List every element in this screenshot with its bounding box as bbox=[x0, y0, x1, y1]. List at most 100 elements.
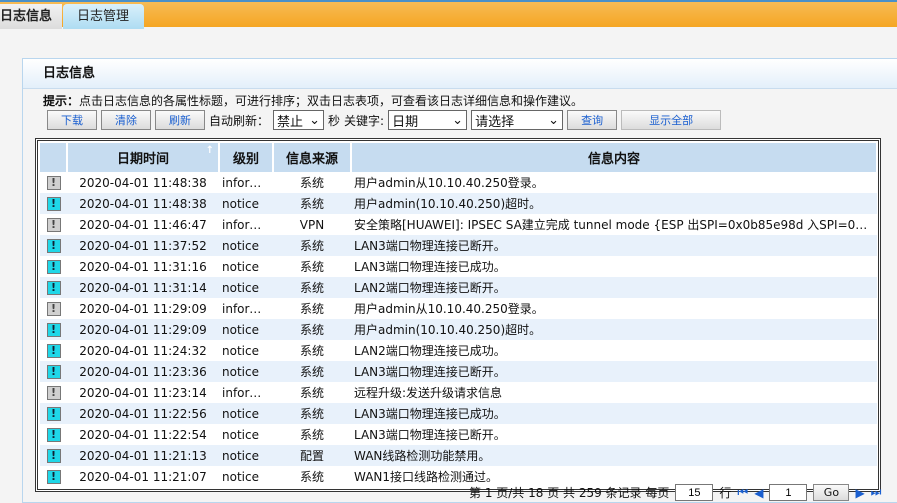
notice-level-icon: ! bbox=[46, 239, 61, 253]
info-level-icon: ! bbox=[46, 176, 61, 190]
row-icon-cell: ! bbox=[40, 466, 67, 487]
row-icon-cell: ! bbox=[40, 193, 67, 214]
chevron-down-icon: ⌄ bbox=[452, 112, 464, 128]
row-icon-cell: ! bbox=[40, 382, 67, 403]
content-cell: 安全策略[HUAWEI]: IPSEC SA建立完成 tunnel mode {… bbox=[354, 218, 877, 232]
datetime-cell: 2020-04-01 11:29:09 bbox=[67, 319, 219, 340]
source-cell: 系统 bbox=[299, 176, 324, 190]
content-cell: LAN3端口物理连接已成功。 bbox=[351, 403, 877, 424]
row-icon-cell: ! bbox=[40, 214, 67, 235]
content-cell: LAN3端口物理连接已断开。 bbox=[351, 361, 877, 382]
row-icon-cell: ! bbox=[40, 403, 67, 424]
info-level-icon: ! bbox=[46, 302, 61, 316]
table-row[interactable]: ! 2020-04-01 11:23:14 inform... 系统 远程升级:… bbox=[40, 382, 877, 403]
source-cell: 系统 bbox=[299, 302, 324, 316]
table-row[interactable]: ! 2020-04-01 11:22:54 notice 系统 LAN3端口物理… bbox=[40, 424, 877, 445]
level-cell: notice bbox=[219, 445, 273, 466]
table-row[interactable]: ! 2020-04-01 11:37:52 notice 系统 LAN3端口物理… bbox=[40, 235, 877, 256]
col-datetime-label: 日期时间 bbox=[116, 152, 169, 167]
log-table-container: 日期时间 ↑ 级别 信息来源 信息内容 ! 2020-04-01 11:48:38… bbox=[35, 138, 881, 492]
top-tab-bar: 日志信息 日志管理 bbox=[0, 0, 897, 29]
content-cell: LAN2端口物理连接已断开。 bbox=[351, 277, 877, 298]
col-content[interactable]: 信息内容 bbox=[351, 143, 878, 172]
keyword-label: 关键字: bbox=[344, 113, 385, 128]
row-icon-cell: ! bbox=[40, 361, 67, 382]
tab-log-info[interactable]: 日志信息 bbox=[0, 4, 62, 29]
info-level-icon: ! bbox=[46, 218, 61, 232]
notice-level-icon: ! bbox=[46, 428, 61, 442]
last-page-icon[interactable]: ⏭ bbox=[871, 485, 882, 500]
content-cell: LAN3端口物理连接已断开。 bbox=[351, 235, 877, 256]
row-icon-cell: ! bbox=[40, 445, 67, 466]
table-row[interactable]: ! 2020-04-01 11:29:09 inform... 系统 用户adm… bbox=[40, 298, 877, 319]
row-icon-cell: ! bbox=[40, 298, 67, 319]
table-row[interactable]: ! 2020-04-01 11:22:56 notice 系统 LAN3端口物理… bbox=[40, 403, 877, 424]
table-row[interactable]: ! 2020-04-01 11:48:38 notice 系统 用户admin(… bbox=[40, 193, 877, 214]
level-cell: inform... bbox=[222, 385, 273, 400]
page-input[interactable] bbox=[769, 484, 808, 501]
pager-summary: 第 1 页/共 18 页 共 259 条记录 每页 bbox=[469, 486, 670, 500]
refresh-button[interactable]: 刷新 bbox=[155, 110, 205, 130]
datetime-cell: 2020-04-01 11:23:36 bbox=[67, 361, 219, 382]
notice-level-icon: ! bbox=[46, 323, 61, 337]
go-button[interactable]: Go bbox=[813, 484, 850, 501]
datetime-cell: 2020-04-01 11:21:13 bbox=[67, 445, 219, 466]
table-row[interactable]: ! 2020-04-01 11:46:47 inform... VPN 安全策略… bbox=[40, 214, 877, 235]
content-cell: WAN线路检测功能禁用。 bbox=[351, 445, 877, 466]
datetime-cell: 2020-04-01 11:21:07 bbox=[79, 469, 207, 484]
col-level[interactable]: 级别 bbox=[219, 143, 274, 172]
row-icon-cell: ! bbox=[40, 172, 67, 193]
level-cell: notice bbox=[222, 259, 259, 274]
table-row[interactable]: ! 2020-04-01 11:31:14 notice 系统 LAN2端口物理… bbox=[40, 277, 877, 298]
pagination: 第 1 页/共 18 页 共 259 条记录 每页 行 ⏮ ◀ Go ▶ ⏭ bbox=[469, 484, 881, 501]
table-row[interactable]: ! 2020-04-01 11:21:13 notice 配置 WAN线路检测功… bbox=[40, 445, 877, 466]
show-all-button[interactable]: 显示全部 bbox=[621, 110, 722, 130]
tab-log-management[interactable]: 日志管理 bbox=[63, 4, 144, 29]
next-page-icon[interactable]: ▶ bbox=[855, 486, 864, 500]
level-cell: notice bbox=[222, 343, 259, 358]
per-page-input[interactable] bbox=[675, 484, 714, 501]
level-cell: notice bbox=[219, 361, 273, 382]
datetime-cell: 2020-04-01 11:37:52 bbox=[67, 235, 219, 256]
download-button[interactable]: 下载 bbox=[47, 110, 97, 130]
content-cell: LAN3端口物理连接已断开。 bbox=[354, 428, 506, 442]
level-cell: notice bbox=[219, 193, 273, 214]
notice-level-icon: ! bbox=[46, 197, 61, 211]
first-page-icon[interactable]: ⏮ bbox=[737, 485, 748, 500]
keyword-value-select[interactable]: 请选择 ⌄ bbox=[471, 110, 564, 130]
table-row[interactable]: ! 2020-04-01 11:23:36 notice 系统 LAN3端口物理… bbox=[40, 361, 877, 382]
auto-refresh-value: 禁止 bbox=[277, 114, 304, 130]
keyword-field-select[interactable]: 日期 ⌄ bbox=[388, 110, 468, 130]
source-cell: 系统 bbox=[273, 361, 351, 382]
col-datetime[interactable]: 日期时间 ↑ bbox=[67, 143, 220, 172]
source-cell: 系统 bbox=[299, 344, 324, 358]
notice-level-icon: ! bbox=[46, 281, 61, 295]
auto-refresh-select[interactable]: 禁止 ⌄ bbox=[273, 110, 325, 130]
col-icon[interactable] bbox=[40, 143, 68, 172]
notice-level-icon: ! bbox=[46, 449, 61, 463]
row-icon-cell: ! bbox=[40, 319, 67, 340]
keyword-value: 请选择 bbox=[475, 114, 515, 130]
table-row[interactable]: ! 2020-04-01 11:24:32 notice 系统 LAN2端口物理… bbox=[40, 340, 877, 361]
source-cell: 配置 bbox=[273, 445, 351, 466]
content-cell: 用户admin(10.10.40.250)超时。 bbox=[351, 319, 877, 340]
datetime-cell: 2020-04-01 11:31:14 bbox=[67, 277, 219, 298]
table-row[interactable]: ! 2020-04-01 11:31:16 notice 系统 LAN3端口物理… bbox=[40, 256, 877, 277]
content-cell: 用户admin从10.10.40.250登录。 bbox=[354, 302, 544, 316]
toolbar: 下载 清除 刷新 自动刷新： 禁止 ⌄ 秒 关键字: 日期 ⌄ 请选择 ⌄ 查询 显示… bbox=[47, 110, 722, 130]
level-cell: inform... bbox=[222, 301, 273, 316]
hint-text: 点击日志信息的各属性标题，可进行排序；双击日志表项，可查看该日志详细信息和操作建… bbox=[79, 94, 584, 108]
notice-level-icon: ! bbox=[46, 260, 61, 274]
seconds-label: 秒 bbox=[328, 113, 341, 128]
source-cell: 系统 bbox=[299, 428, 324, 442]
clear-button[interactable]: 清除 bbox=[101, 110, 151, 130]
query-button[interactable]: 查询 bbox=[567, 110, 618, 130]
datetime-cell: 2020-04-01 11:31:16 bbox=[79, 259, 207, 274]
prev-page-icon[interactable]: ◀ bbox=[754, 486, 763, 500]
col-source[interactable]: 信息来源 bbox=[273, 143, 352, 172]
table-row[interactable]: ! 2020-04-01 11:29:09 notice 系统 用户admin(… bbox=[40, 319, 877, 340]
datetime-cell: 2020-04-01 11:48:38 bbox=[67, 193, 219, 214]
notice-level-icon: ! bbox=[46, 470, 61, 484]
table-row[interactable]: ! 2020-04-01 11:48:38 inform... 系统 用户adm… bbox=[40, 172, 877, 193]
datetime-cell: 2020-04-01 11:24:32 bbox=[79, 343, 207, 358]
